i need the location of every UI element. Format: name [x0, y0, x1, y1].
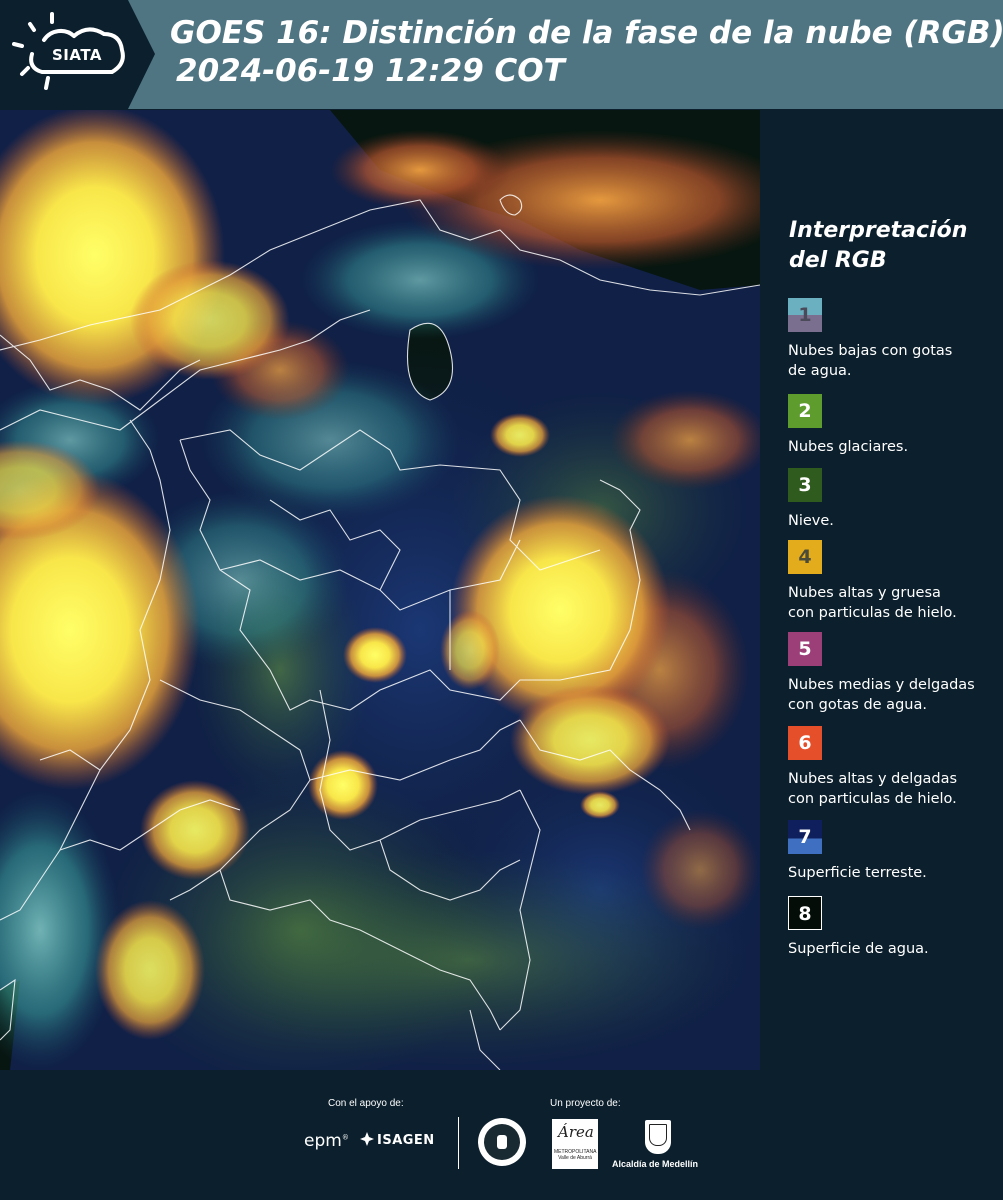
isagen-logo-text: ISAGEN: [377, 1133, 435, 1148]
legend-label-1-line1: Nubes bajas con gotas: [788, 343, 953, 359]
legend-label-3: Nieve.: [788, 511, 998, 531]
header-bar: SIATA GOES 16: Distinción de la fase de …: [0, 0, 1003, 109]
footer: Con el apoyo de: Un proyecto de: epm® IS…: [0, 1070, 1003, 1200]
legend-item-5: 5 Nubes medias y delgadas con gotas de a…: [788, 632, 998, 715]
legend-item-3: 3 Nieve.: [788, 468, 998, 531]
epm-logo: epm®: [304, 1131, 349, 1151]
legend-swatch-5: 5: [788, 632, 822, 666]
legend-label-3-line1: Nieve.: [788, 513, 834, 529]
legend-panel: Interpretación del RGB 1 Nubes bajas con…: [775, 110, 1003, 1070]
legend-title-line1: Interpretación: [789, 218, 968, 243]
legend-swatch-6: 6: [788, 726, 822, 760]
legend-label-5: Nubes medias y delgadas con gotas de agu…: [788, 675, 998, 715]
legend-item-8: 8 Superficie de agua.: [788, 896, 998, 959]
page-title: GOES 16: Distinción de la fase de la nub…: [170, 14, 1003, 90]
epm-logo-text: epm: [304, 1131, 342, 1151]
legend-label-5-line2: con gotas de agua.: [788, 697, 927, 713]
siata-logo-text: SIATA: [52, 46, 103, 64]
legend-label-8: Superficie de agua.: [788, 939, 998, 959]
legend-item-7: 7 Superficie terreste.: [788, 820, 998, 883]
legend-item-4: 4 Nubes altas y gruesa con particulas de…: [788, 540, 998, 623]
legend-item-1: 1 Nubes bajas con gotas de agua.: [788, 298, 998, 381]
legend-label-8-line1: Superficie de agua.: [788, 941, 929, 957]
rgb-satellite-image: [0, 110, 760, 1070]
legend-label-7-line1: Superficie terreste.: [788, 865, 927, 881]
legend-label-4-line1: Nubes altas y gruesa: [788, 585, 941, 601]
siata-logo: SIATA: [0, 0, 155, 109]
project-label: Un proyecto de:: [550, 1098, 621, 1109]
legend-label-1-line2: de agua.: [788, 363, 852, 379]
legend-title: Interpretación del RGB: [789, 216, 967, 276]
support-label: Con el apoyo de:: [328, 1098, 404, 1109]
legend-item-2: 2 Nubes glaciares.: [788, 394, 998, 457]
legend-label-7: Superficie terreste.: [788, 863, 998, 883]
legend-swatch-2: 2: [788, 394, 822, 428]
satellite-map[interactable]: [0, 110, 760, 1070]
title-product: GOES 16: Distinción de la fase de la nub…: [170, 15, 1003, 51]
legend-item-6: 6 Nubes altas y delgadas con particulas …: [788, 726, 998, 809]
legend-label-1: Nubes bajas con gotas de agua.: [788, 341, 998, 381]
legend-label-4-line2: con particulas de hielo.: [788, 605, 957, 621]
legend-label-4: Nubes altas y gruesa con particulas de h…: [788, 583, 998, 623]
area-logo-script: Área: [558, 1123, 594, 1141]
footer-divider: [458, 1117, 459, 1169]
legend-swatch-4: 4: [788, 540, 822, 574]
area-metropolitana-logo: Área METROPOLITANA Valle de Aburrá: [552, 1119, 598, 1169]
legend-title-line2: del RGB: [789, 248, 887, 273]
legend-label-6: Nubes altas y delgadas con particulas de…: [788, 769, 998, 809]
isagen-logo: ISAGEN: [360, 1132, 435, 1148]
isagen-logo-icon: [360, 1132, 374, 1146]
legend-label-5-line1: Nubes medias y delgadas: [788, 677, 975, 693]
legend-swatch-1: 1: [788, 298, 822, 332]
legend-swatch-7: 7: [788, 820, 822, 854]
area-logo-text: METROPOLITANA Valle de Aburrá: [554, 1149, 597, 1161]
legend-label-2-line1: Nubes glaciares.: [788, 439, 909, 455]
alcaldia-shield-icon: [645, 1120, 671, 1154]
medellin-seal-icon: [478, 1118, 526, 1166]
legend-swatch-8: 8: [788, 896, 822, 930]
legend-swatch-3: 3: [788, 468, 822, 502]
legend-label-6-line1: Nubes altas y delgadas: [788, 771, 958, 787]
legend-label-2: Nubes glaciares.: [788, 437, 998, 457]
alcaldia-logo-text: Alcaldía de Medellín: [612, 1159, 699, 1169]
legend-label-6-line2: con particulas de hielo.: [788, 791, 957, 807]
title-timestamp: 2024-06-19 12:29 COT: [176, 53, 565, 89]
